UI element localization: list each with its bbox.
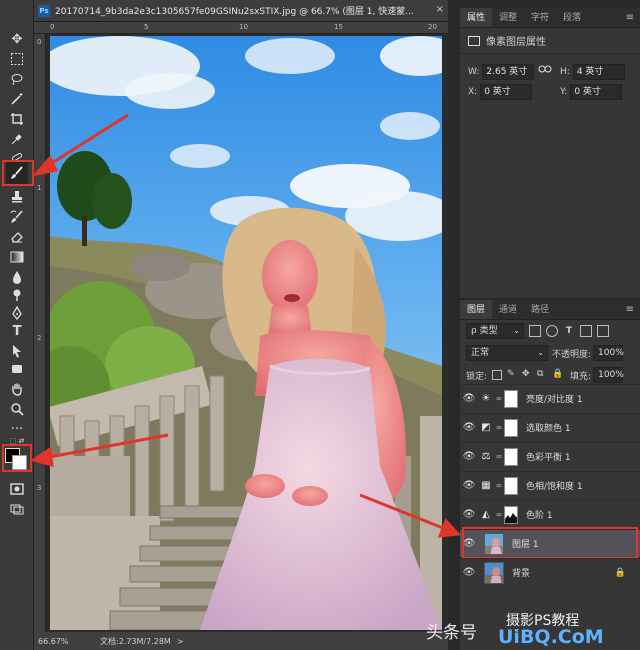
arrow-to-layer [359,493,449,532]
arrow-head-color [30,446,54,468]
watermark-line-3: UiBQ.CoM [498,626,604,648]
arrow-to-color [43,433,169,460]
arrow-head-brush [31,155,59,177]
watermark: 头条号 摄影PS教程 UiBQ.CoM [420,608,640,650]
annotation-arrows [30,113,462,538]
arrow-to-brush [43,113,129,170]
arrow-head-layer [437,518,462,538]
watermark-line-1: 头条号 [426,623,477,643]
